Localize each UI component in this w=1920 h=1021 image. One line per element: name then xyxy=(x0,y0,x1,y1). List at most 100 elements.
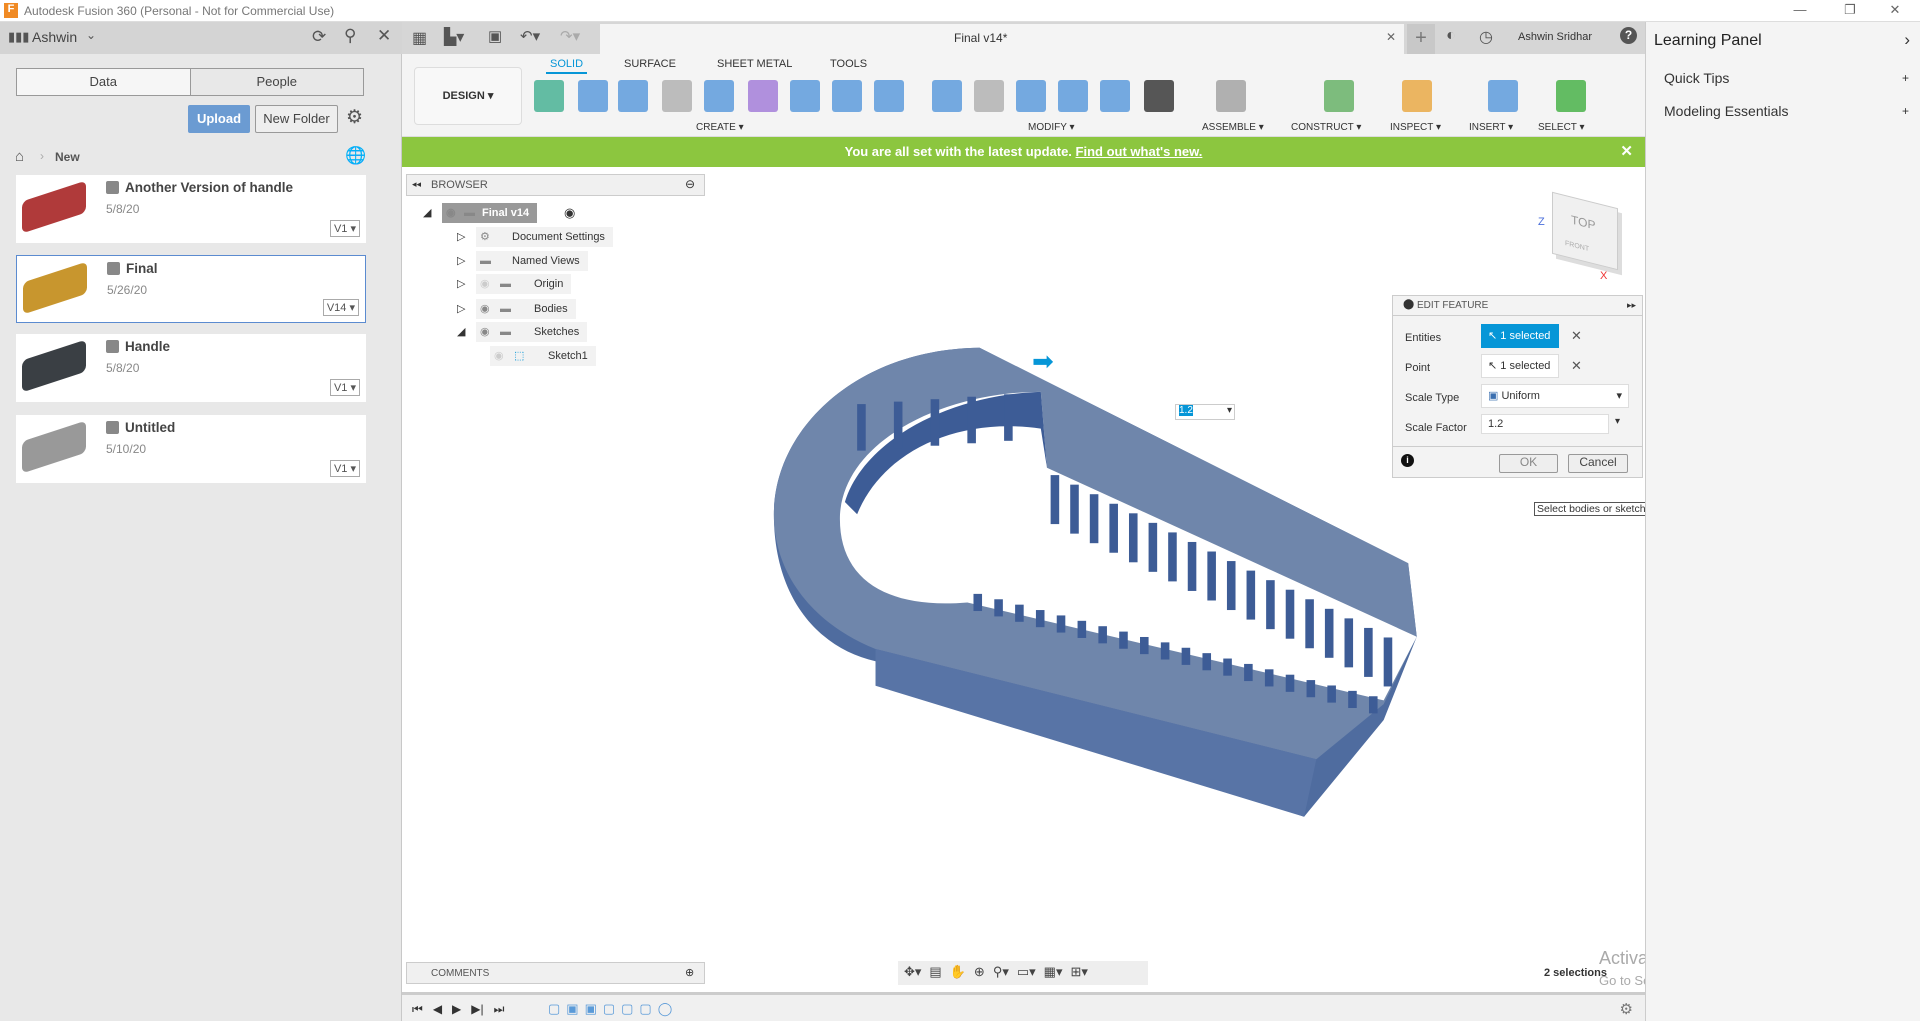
extensions-icon[interactable]: ◐ xyxy=(1446,27,1456,45)
dialog-minimize-icon[interactable]: ⬤ xyxy=(1403,299,1414,310)
comments-panel[interactable]: COMMENTS ⊕ xyxy=(406,962,705,984)
close-window-button[interactable]: ✕ xyxy=(1875,2,1915,18)
modify-menu[interactable]: MODIFY ▾ xyxy=(1028,122,1075,133)
learning-item-quick-tips[interactable]: Quick Tips + xyxy=(1646,64,1920,94)
combine-icon[interactable] xyxy=(1058,80,1088,112)
insert-image-icon[interactable] xyxy=(1488,80,1518,112)
collapse-icon[interactable]: ◂◂ xyxy=(412,179,421,190)
create-menu[interactable]: CREATE ▾ xyxy=(696,122,744,133)
learning-item-modeling-essentials[interactable]: Modeling Essentials + xyxy=(1646,97,1920,127)
dialog-header[interactable]: ⬤ EDIT FEATURE ▸▸ xyxy=(1393,296,1642,316)
timeline-settings-icon[interactable]: ⚙ xyxy=(1620,1000,1633,1018)
minimize-browser-icon[interactable]: ⊖ xyxy=(685,177,695,191)
whats-new-link[interactable]: Find out what's new. xyxy=(1076,144,1203,159)
pan-icon[interactable]: ✋ xyxy=(950,964,966,982)
select-menu[interactable]: SELECT ▾ xyxy=(1538,122,1585,133)
expand-arrow-icon[interactable]: ▷ xyxy=(457,230,465,243)
move-icon[interactable] xyxy=(1144,80,1174,112)
restore-button[interactable]: ❐ xyxy=(1830,2,1870,18)
entities-selection[interactable]: ↖ 1 selected xyxy=(1481,324,1559,348)
revolve-icon[interactable] xyxy=(618,80,648,112)
redo-icon[interactable]: ↷▾ xyxy=(560,27,580,45)
breadcrumb-folder[interactable]: New xyxy=(55,150,80,164)
go-to-start-icon[interactable]: ⏮ xyxy=(412,1002,423,1017)
file-card[interactable]: Untitled 5/10/20 V1 ▾ xyxy=(16,415,366,483)
press-pull-icon[interactable] xyxy=(932,80,962,112)
point-selection[interactable]: ↖ 1 selected xyxy=(1481,354,1559,378)
scale-factor-dropdown[interactable]: ▾ xyxy=(1615,416,1620,427)
upload-button[interactable]: Upload xyxy=(188,105,250,133)
new-folder-button[interactable]: New Folder xyxy=(255,105,338,133)
orbit-icon[interactable]: ✥▾ xyxy=(904,964,921,982)
expand-arrow-icon[interactable]: ▷ xyxy=(457,302,465,315)
expand-arrow-icon[interactable]: ▷ xyxy=(457,254,465,267)
file-menu-icon[interactable]: ▙▾ xyxy=(444,27,464,47)
move-arrow-manipulator-icon[interactable]: ➡ xyxy=(1032,346,1054,377)
zoom-icon[interactable]: ⊕ xyxy=(974,964,985,982)
version-dropdown[interactable]: V14 ▾ xyxy=(322,299,359,316)
document-tab[interactable]: Final v14* ✕ xyxy=(600,24,1404,54)
pattern-icon[interactable] xyxy=(704,80,734,112)
close-tab-icon[interactable]: ✕ xyxy=(1386,30,1396,44)
assemble-menu[interactable]: ASSEMBLE ▾ xyxy=(1202,122,1264,133)
visibility-eye-icon[interactable]: ◉ xyxy=(494,346,504,366)
insert-menu[interactable]: INSERT ▾ xyxy=(1469,122,1513,133)
collapse-arrow-icon[interactable]: ◢ xyxy=(423,206,431,219)
visibility-eye-icon[interactable]: ◉ xyxy=(480,274,490,294)
timeline-features[interactable]: ▢▣▣▢▢▢◯ xyxy=(548,1001,678,1017)
expand-icon[interactable]: + xyxy=(1902,71,1909,85)
inspect-menu[interactable]: INSPECT ▾ xyxy=(1390,122,1441,133)
close-icon[interactable]: ✕ xyxy=(377,26,391,46)
display-settings-icon[interactable]: ▭▾ xyxy=(1017,964,1036,982)
tab-data[interactable]: Data xyxy=(17,69,190,95)
version-dropdown[interactable]: V1 ▾ xyxy=(329,460,360,477)
scale-type-select[interactable]: ▣ Uniform ▾ xyxy=(1481,384,1629,408)
cancel-button[interactable]: Cancel xyxy=(1568,454,1628,473)
user-account[interactable]: Ashwin Sridhar xyxy=(1518,31,1592,43)
browser-panel-header[interactable]: ◂◂ BROWSER ⊖ xyxy=(406,174,705,196)
ok-button[interactable]: OK xyxy=(1499,454,1558,473)
save-icon[interactable]: ▣ xyxy=(488,27,502,45)
workspace-switcher[interactable]: DESIGN ▾ xyxy=(414,67,522,125)
step-forward-icon[interactable]: ▶| xyxy=(471,1002,483,1017)
joint-icon[interactable] xyxy=(1216,80,1246,112)
search-icon[interactable]: ⚲ xyxy=(344,26,356,46)
activate-radio-icon[interactable]: ◉ xyxy=(564,205,575,221)
shell-icon[interactable] xyxy=(1016,80,1046,112)
tab-solid[interactable]: SOLID xyxy=(546,58,588,74)
info-icon[interactable]: i xyxy=(1401,454,1414,467)
loft-icon[interactable] xyxy=(874,80,904,112)
expand-icon[interactable]: ▸▸ xyxy=(1627,300,1636,311)
viewcube-top-label[interactable]: TOP xyxy=(1571,213,1595,233)
globe-icon[interactable]: 🌐 xyxy=(345,146,366,166)
job-status-icon[interactable]: ◷ xyxy=(1479,27,1493,47)
viewports-icon[interactable]: ⊞▾ xyxy=(1070,964,1087,982)
model-viewport[interactable] xyxy=(402,167,1645,992)
tab-tools[interactable]: TOOLS xyxy=(830,58,867,70)
mirror-icon[interactable] xyxy=(832,80,862,112)
refresh-icon[interactable]: ⟳ xyxy=(312,27,326,47)
tab-sheet-metal[interactable]: SHEET METAL xyxy=(717,58,792,70)
go-to-end-icon[interactable]: ⏭ xyxy=(494,1002,505,1017)
measure-icon[interactable] xyxy=(1402,80,1432,112)
clear-entities-icon[interactable]: ✕ xyxy=(1571,328,1582,344)
construct-menu[interactable]: CONSTRUCT ▾ xyxy=(1291,122,1361,133)
fillet-icon[interactable] xyxy=(974,80,1004,112)
close-banner-icon[interactable]: ✕ xyxy=(1620,137,1633,167)
form-icon[interactable] xyxy=(748,80,778,112)
file-card[interactable]: Another Version of handle 5/8/20 V1 ▾ xyxy=(16,175,366,243)
tab-people[interactable]: People xyxy=(189,69,363,95)
fit-icon[interactable]: ⚲▾ xyxy=(993,964,1009,982)
inline-scale-input[interactable]: 1.2 ▾ xyxy=(1175,404,1235,420)
grid-settings-icon[interactable]: ▦▾ xyxy=(1044,964,1063,982)
chevron-down-icon[interactable]: ⌄ xyxy=(86,28,96,42)
step-back-icon[interactable]: ◀ xyxy=(433,1002,442,1017)
clear-point-icon[interactable]: ✕ xyxy=(1571,358,1582,374)
collapse-arrow-icon[interactable]: ◢ xyxy=(457,325,465,338)
grid-menu-icon[interactable]: ▦ xyxy=(412,28,427,48)
select-icon[interactable] xyxy=(1556,80,1586,112)
collapse-panel-icon[interactable]: › xyxy=(1904,30,1910,50)
visibility-eye-icon[interactable]: ◉ xyxy=(480,299,490,319)
gear-icon[interactable]: ⚙ xyxy=(346,106,363,129)
play-icon[interactable]: ▶ xyxy=(452,1002,461,1017)
